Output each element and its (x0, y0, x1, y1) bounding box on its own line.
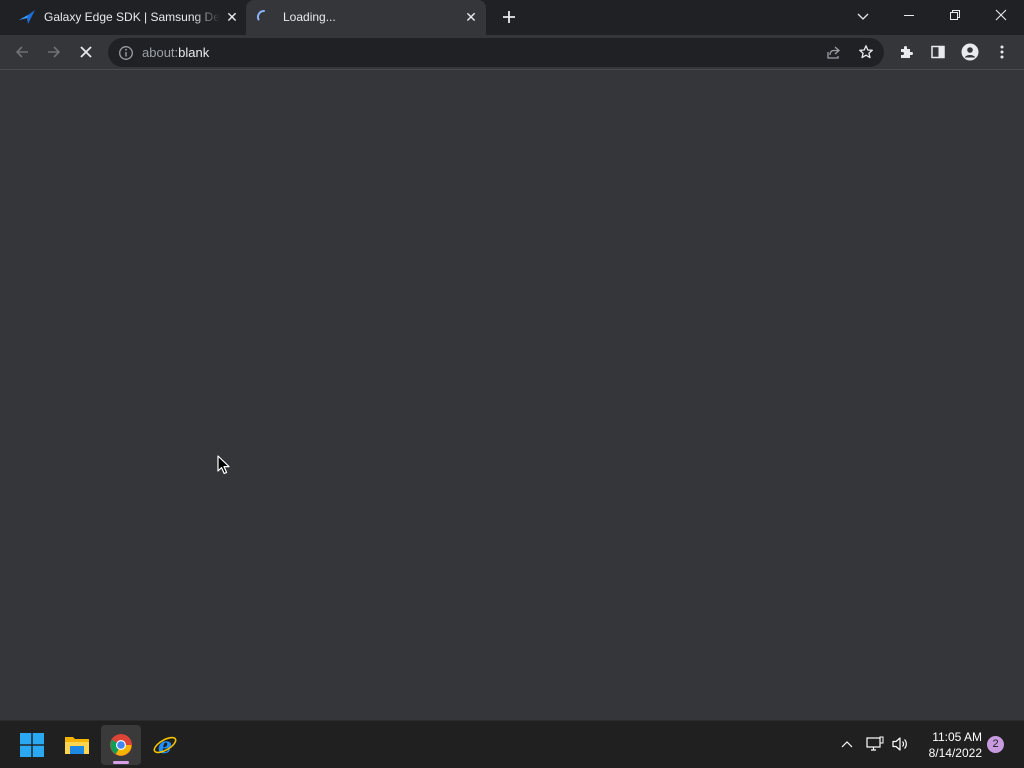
network-monitor-icon (866, 736, 884, 751)
site-info-icon[interactable] (118, 45, 134, 61)
internet-explorer-icon: e (153, 733, 177, 758)
tab-strip: Galaxy Edge SDK | Samsung Developers ✕ L… (0, 0, 1024, 35)
restore-button[interactable] (932, 0, 978, 30)
windows-logo-icon (20, 733, 44, 757)
side-panel-icon (931, 45, 945, 59)
stop-x-icon (80, 46, 92, 58)
network-status-button[interactable] (864, 733, 886, 755)
arrow-left-icon (15, 46, 28, 58)
arrow-right-icon (48, 46, 61, 58)
tab-samsung-developers[interactable]: Galaxy Edge SDK | Samsung Developers ✕ (10, 0, 246, 35)
profile-avatar-icon (961, 43, 979, 61)
url-path: blank (178, 45, 210, 60)
loading-spinner-icon (256, 9, 272, 25)
stop-loading-button[interactable] (74, 40, 98, 64)
chrome-menu-button[interactable] (990, 40, 1014, 64)
puzzle-icon (901, 46, 913, 58)
clock-date: 8/14/2022 (928, 746, 982, 760)
tab-close-icon[interactable]: ✕ (223, 8, 241, 26)
folder-icon (65, 737, 89, 754)
clock-time: 11:05 AM (932, 730, 982, 744)
notification-count-badge[interactable]: 2 (987, 736, 1004, 753)
start-button[interactable] (12, 725, 52, 765)
back-button[interactable] (10, 40, 34, 64)
profile-button[interactable] (958, 40, 982, 64)
show-hidden-icons-button[interactable] (836, 733, 858, 755)
speaker-icon (892, 737, 907, 751)
browser-toolbar: about:blank (0, 35, 1024, 70)
address-bar[interactable]: about:blank (108, 38, 884, 67)
close-window-button[interactable] (978, 0, 1024, 30)
system-clock[interactable]: 11:05 AM 8/14/2022 (916, 729, 982, 761)
tab-close-icon[interactable]: ✕ (462, 8, 480, 26)
tab-search-button[interactable] (852, 6, 874, 28)
tab-title: Loading... (283, 10, 336, 24)
url-text[interactable]: about:blank (142, 45, 209, 60)
chrome-logo-icon (110, 734, 132, 756)
minimize-icon (904, 15, 914, 16)
share-button[interactable] (822, 40, 846, 64)
chevron-up-icon (841, 741, 853, 748)
new-tab-button[interactable] (498, 6, 520, 28)
samsung-developers-favicon-icon (18, 9, 36, 25)
extensions-button[interactable] (894, 40, 918, 64)
minimize-button[interactable] (886, 0, 932, 30)
svg-text:e: e (158, 733, 172, 758)
plus-icon (503, 11, 515, 23)
chrome-taskbar-button[interactable] (101, 725, 141, 765)
tab-loading[interactable]: Loading... ✕ (246, 0, 486, 35)
volume-button[interactable] (889, 733, 911, 755)
mouse-cursor-icon (217, 455, 231, 475)
page-content-blank (0, 71, 1024, 720)
share-icon (827, 46, 840, 59)
close-icon (995, 9, 1007, 21)
chevron-down-icon (857, 13, 869, 20)
url-scheme: about: (142, 45, 179, 60)
internet-explorer-button[interactable]: e (145, 725, 185, 765)
forward-button[interactable] (42, 40, 66, 64)
bookmark-star-button[interactable] (854, 40, 878, 64)
active-app-indicator (113, 761, 129, 764)
windows-taskbar: e 11:05 AM 8/14/2022 (0, 720, 1024, 768)
tab-title: Galaxy Edge SDK | Samsung Developers (44, 10, 220, 24)
kebab-menu-icon (1000, 45, 1004, 59)
star-icon (859, 45, 873, 59)
restore-icon (950, 10, 960, 20)
side-panel-button[interactable] (926, 40, 950, 64)
file-explorer-button[interactable] (57, 725, 97, 765)
